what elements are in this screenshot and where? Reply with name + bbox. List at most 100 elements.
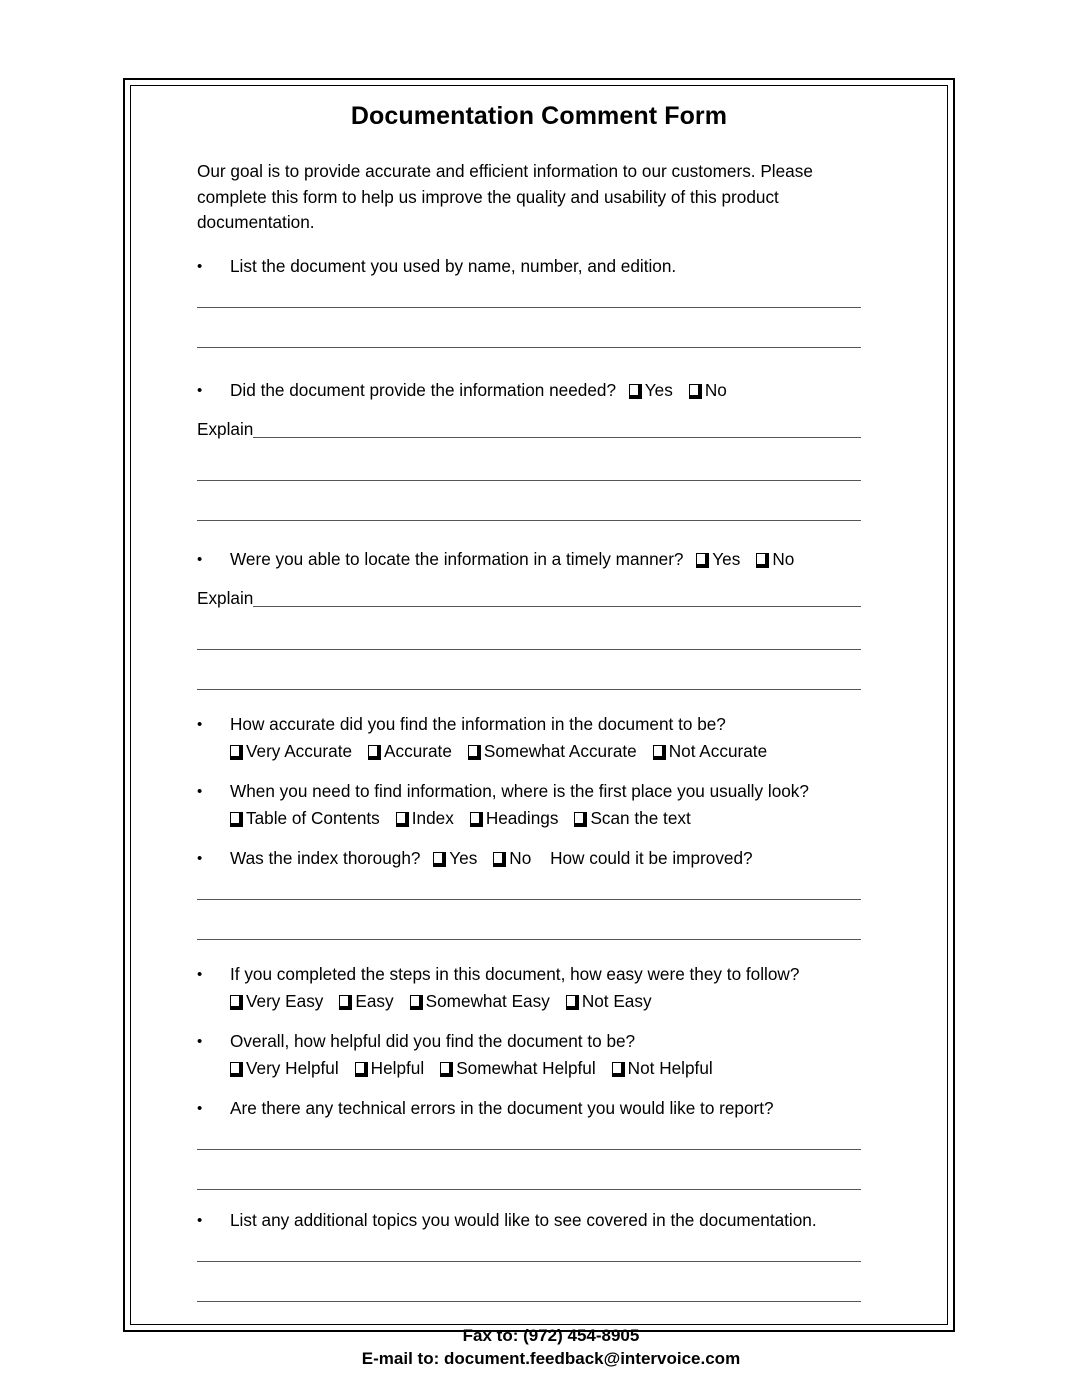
write-in-line[interactable] (197, 1260, 861, 1262)
page-border-outer: Documentation Comment Form Our goal is t… (123, 78, 955, 1368)
option-label: No (509, 847, 532, 868)
checkbox-icon[interactable] (467, 744, 481, 760)
checkbox-icon[interactable] (574, 811, 588, 827)
explain-label: Explain (197, 418, 254, 439)
bullet-icon: • (197, 965, 203, 983)
option-table-of-contents[interactable]: Table of Contents (230, 804, 380, 832)
checkbox-icon[interactable] (611, 1061, 625, 1077)
answer-lines-q3 (197, 648, 905, 690)
option-group-accuracy: Very Accurate Accurate Somewhat Accurate No… (230, 737, 905, 765)
bullet-icon: • (197, 550, 203, 568)
checkbox-icon[interactable] (230, 1061, 243, 1077)
option-very-easy[interactable]: Very Easy (230, 987, 323, 1015)
option-label: No (704, 379, 727, 400)
option-group-q3: Yes No (683, 549, 794, 569)
question-label: How accurate did you find the informatio… (230, 713, 726, 734)
question-technical-errors: • Are there any technical errors in the … (197, 1096, 905, 1121)
question-steps-easy: • If you completed the steps in this doc… (197, 962, 905, 987)
checkbox-icon[interactable] (230, 744, 243, 760)
option-somewhat-accurate[interactable]: Somewhat Accurate (467, 737, 637, 765)
option-label: Somewhat Helpful (456, 1057, 596, 1078)
option-label: Not Helpful (627, 1057, 713, 1078)
checkbox-icon[interactable] (395, 811, 409, 827)
question-information-needed: • Did the document provide the informati… (197, 378, 905, 403)
question-label: Was the index thorough? (230, 847, 421, 868)
checkbox-icon[interactable] (493, 851, 507, 867)
checkbox-icon[interactable] (652, 744, 666, 760)
question-label: List the document you used by name, numb… (230, 255, 677, 276)
option-no[interactable]: No (756, 547, 794, 572)
write-in-line[interactable] (197, 306, 861, 308)
write-in-line[interactable] (197, 898, 861, 900)
option-label: Not Easy (581, 990, 652, 1011)
write-in-line[interactable] (253, 605, 861, 607)
option-label: Accurate (384, 740, 452, 761)
option-very-accurate[interactable]: Very Accurate (230, 737, 352, 765)
bullet-icon: • (197, 715, 203, 733)
question-additional-topics: • List any additional topics you would l… (197, 1208, 905, 1233)
option-group-helpful: Very Helpful Helpful Somewhat Helpful Not H… (230, 1054, 905, 1082)
option-headings[interactable]: Headings (469, 804, 558, 832)
checkbox-icon[interactable] (469, 811, 483, 827)
option-label: Helpful (370, 1057, 425, 1078)
option-scan-the-text[interactable]: Scan the text (574, 804, 691, 832)
question-index-thorough: • Was the index thorough? Yes No How coul… (197, 846, 905, 871)
email-line[interactable]: E-mail to: document.feedback@intervoice.… (197, 1347, 905, 1370)
write-in-line[interactable] (197, 1148, 861, 1150)
checkbox-icon[interactable] (368, 744, 382, 760)
bullet-icon: • (197, 782, 203, 800)
answer-lines-q10 (197, 1260, 905, 1302)
option-somewhat-helpful[interactable]: Somewhat Helpful (440, 1054, 596, 1082)
checkbox-icon[interactable] (409, 994, 423, 1010)
option-yes[interactable]: Yes (696, 547, 740, 572)
checkbox-icon[interactable] (565, 994, 579, 1010)
option-accurate[interactable]: Accurate (368, 737, 452, 765)
option-label: Very Easy (246, 990, 324, 1011)
option-no[interactable]: No (493, 846, 531, 871)
option-not-helpful[interactable]: Not Helpful (611, 1054, 713, 1082)
question-list-document: • List the document you used by name, nu… (197, 254, 905, 279)
bullet-icon: • (197, 1211, 203, 1229)
checkbox-icon[interactable] (354, 1061, 368, 1077)
page-title: Documentation Comment Form (350, 102, 728, 130)
option-somewhat-easy[interactable]: Somewhat Easy (409, 987, 550, 1015)
explain-row-q3: Explain (197, 586, 861, 610)
checkbox-icon[interactable] (339, 994, 353, 1010)
option-not-accurate[interactable]: Not Accurate (652, 737, 767, 765)
option-no[interactable]: No (688, 378, 727, 403)
checkbox-icon[interactable] (688, 383, 702, 399)
option-yes[interactable]: Yes (628, 378, 673, 403)
checkbox-icon[interactable] (628, 383, 642, 399)
option-helpful[interactable]: Helpful (354, 1054, 425, 1082)
option-yes[interactable]: Yes (433, 846, 477, 871)
write-in-line[interactable] (197, 648, 861, 650)
option-not-easy[interactable]: Not Easy (565, 987, 652, 1015)
answer-lines-q1 (197, 306, 905, 348)
option-group-q6: Yes No (420, 848, 536, 868)
checkbox-icon[interactable] (230, 994, 243, 1010)
bullet-icon: • (197, 849, 203, 867)
checkbox-icon[interactable] (433, 851, 447, 867)
option-label: Index (411, 807, 454, 828)
write-in-line[interactable] (197, 1300, 861, 1302)
option-index[interactable]: Index (395, 804, 454, 832)
checkbox-icon[interactable] (756, 552, 770, 568)
question-first-place-look: • When you need to find information, whe… (197, 779, 905, 804)
option-label: Scan the text (590, 807, 691, 828)
option-label: Yes (712, 548, 741, 569)
question-label: Are there any technical errors in the do… (230, 1097, 774, 1118)
bullet-icon: • (197, 1099, 203, 1117)
write-in-line[interactable] (253, 436, 861, 438)
write-in-line[interactable] (197, 479, 861, 481)
explain-row-q2: Explain (197, 417, 861, 441)
option-easy[interactable]: Easy (339, 987, 394, 1015)
bullet-icon: • (197, 1032, 203, 1050)
intro-paragraph: Our goal is to provide accurate and effi… (197, 161, 813, 232)
checkbox-icon[interactable] (696, 552, 710, 568)
checkbox-icon[interactable] (440, 1061, 454, 1077)
checkbox-icon[interactable] (230, 811, 243, 827)
option-label: Table of Contents (246, 807, 380, 828)
answer-lines-q6 (197, 898, 905, 940)
option-very-helpful[interactable]: Very Helpful (230, 1054, 339, 1082)
explain-label: Explain (197, 587, 254, 608)
